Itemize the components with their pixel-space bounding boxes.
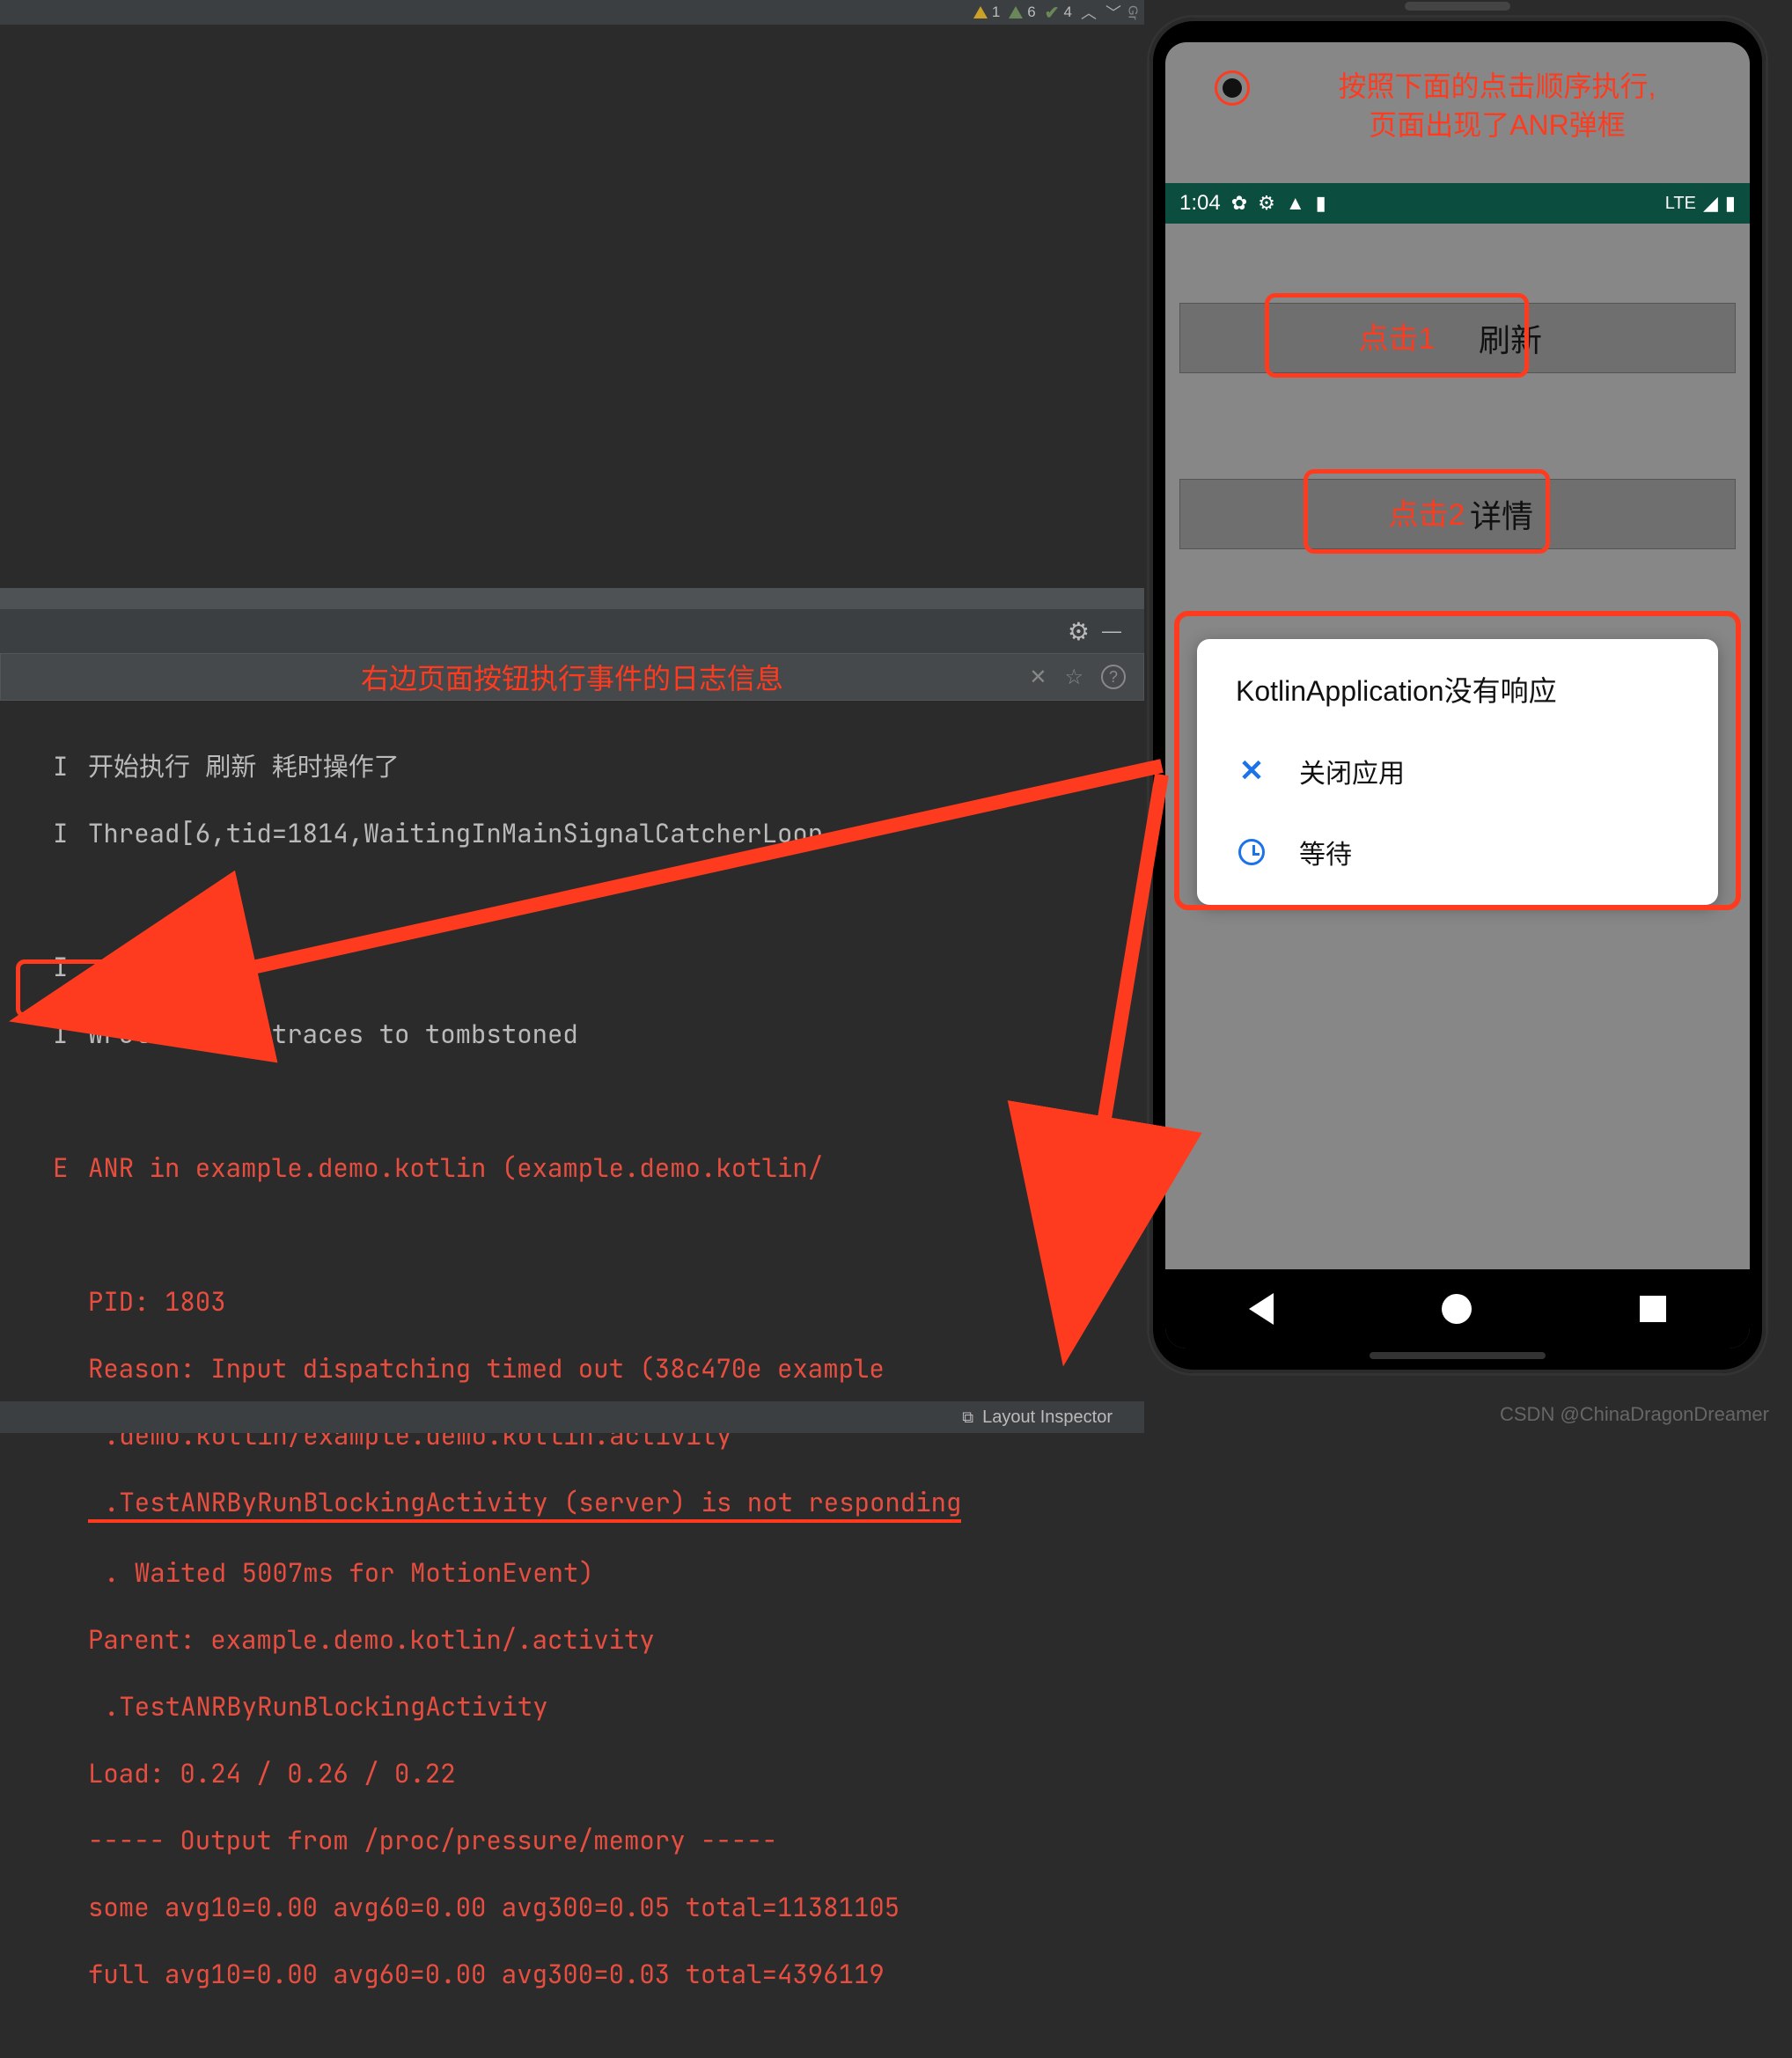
layout-inspector-label[interactable]: Layout Inspector bbox=[982, 1408, 1113, 1428]
close-icon: ✕ bbox=[1236, 755, 1267, 787]
click-tag-2-label: 点击2 bbox=[1389, 490, 1465, 533]
log-error-line: Parent: example.demo.kotlin/.activity bbox=[88, 1623, 655, 1657]
warning-icon: ▲ bbox=[1286, 192, 1305, 215]
clear-filter-icon[interactable]: ✕ bbox=[1029, 665, 1047, 690]
anr-dialog-title: KotlinApplication没有响应 bbox=[1197, 669, 1718, 731]
warning-check-count: 4 bbox=[1064, 4, 1072, 21]
console-filter-bar[interactable]: 右边页面按钮执行事件的日志信息 ✕ ☆ ? bbox=[0, 653, 1144, 701]
log-error-line: full avg10=0.00 avg60=0.00 avg300=0.03 t… bbox=[88, 1958, 885, 1991]
refresh-button[interactable]: 点击1 刷新 bbox=[1179, 303, 1736, 373]
log-level: I bbox=[53, 1018, 88, 1051]
anr-dialog-wait-label: 等待 bbox=[1299, 833, 1352, 871]
instruction-line2: 页面出现了ANR弹框 bbox=[1369, 109, 1626, 141]
nav-recent-button[interactable] bbox=[1640, 1296, 1666, 1322]
warning-triangle-green-icon bbox=[1009, 6, 1023, 18]
log-error-line: Load: 0.24 / 0.26 / 0.22 bbox=[88, 1757, 456, 1790]
log-error-line: . Waited 5007ms for MotionEvent) bbox=[88, 1556, 594, 1590]
anr-dialog-close-option[interactable]: ✕ 关闭应用 bbox=[1197, 731, 1718, 812]
log-error-line: ----- Output from /proc/pressure/memory … bbox=[88, 1824, 777, 1857]
phone-camera-annotation bbox=[1215, 70, 1250, 106]
phone-homebar bbox=[1370, 1352, 1546, 1359]
settings-icon: ✿ bbox=[1231, 192, 1247, 215]
sdcard-icon: ▮ bbox=[1316, 192, 1326, 215]
warning-yellow-count: 1 bbox=[992, 4, 1000, 21]
nav-back-button[interactable] bbox=[1249, 1293, 1274, 1325]
battery-icon: ▮ bbox=[1725, 192, 1736, 215]
gear-icon[interactable]: ⚙ bbox=[1068, 617, 1090, 646]
check-icon: ✔ bbox=[1045, 2, 1060, 24]
instruction-text: 按照下面的点击顺序执行, 页面出现了ANR弹框 bbox=[1271, 67, 1723, 144]
phone-frame: 按照下面的点击顺序执行, 页面出现了ANR弹框 1:04 ✿ ⚙ ▲ ▮ LTE… bbox=[1149, 18, 1766, 1373]
log-error-line: some avg10=0.00 avg60=0.00 avg300=0.05 t… bbox=[88, 1891, 900, 1924]
warning-triangle-icon bbox=[973, 6, 988, 18]
android-statusbar: 1:04 ✿ ⚙ ▲ ▮ LTE ◢ ▮ bbox=[1165, 183, 1750, 224]
help-icon[interactable]: ? bbox=[1101, 665, 1126, 689]
gradle-sidetab[interactable]: Gr bbox=[1121, 0, 1144, 25]
console-toolbar: ⚙ — bbox=[0, 609, 1144, 653]
click-tag-1-label: 点击1 bbox=[1359, 314, 1436, 357]
statusbar-time: 1:04 bbox=[1179, 191, 1221, 216]
log-level-error: E bbox=[53, 1151, 88, 1185]
ide-panel: 1 6 ✔ 4 ︿ ﹀ Gr ⚙ — 右边页面按钮执行事件的日志信息 ✕ ☆ ?… bbox=[0, 0, 1144, 1433]
warning-green[interactable]: 6 bbox=[1009, 4, 1035, 21]
warning-yellow[interactable]: 1 bbox=[973, 4, 1000, 21]
signal-icon: ◢ bbox=[1703, 192, 1718, 215]
warning-check[interactable]: ✔ 4 bbox=[1045, 2, 1072, 24]
anr-dialog: KotlinApplication没有响应 ✕ 关闭应用 等待 bbox=[1197, 639, 1718, 905]
network-label: LTE bbox=[1665, 194, 1696, 214]
click-tag-2: 点击2 bbox=[1304, 469, 1550, 554]
clock-icon bbox=[1236, 836, 1267, 868]
anr-dialog-wait-option[interactable]: 等待 bbox=[1197, 812, 1718, 893]
log-level: I bbox=[53, 951, 88, 984]
log-error-line: PID: 1803 bbox=[88, 1285, 226, 1319]
gear-icon: ⚙ bbox=[1258, 192, 1275, 215]
nav-home-button[interactable] bbox=[1442, 1294, 1472, 1324]
layout-inspector-icon[interactable]: ⧉ bbox=[962, 1408, 973, 1427]
app-body: 点击1 刷新 点击2 详情 KotlinApplication没有响应 ✕ 关闭… bbox=[1165, 224, 1750, 1269]
phone-screen: 按照下面的点击顺序执行, 页面出现了ANR弹框 1:04 ✿ ⚙ ▲ ▮ LTE… bbox=[1165, 42, 1750, 1349]
phone-speaker bbox=[1405, 2, 1510, 11]
log-error-line: Reason: Input dispatching timed out (38c… bbox=[88, 1352, 885, 1385]
panel-divider[interactable] bbox=[0, 588, 1144, 609]
chevron-down-icon[interactable]: ﹀ bbox=[1105, 1, 1121, 24]
favorite-icon[interactable]: ☆ bbox=[1064, 665, 1083, 690]
log-line: 开始执行 刷新 耗时操作了 bbox=[88, 750, 400, 783]
anr-dialog-close-label: 关闭应用 bbox=[1299, 752, 1405, 790]
logcat-output[interactable]: I 开始执行 刷新 耗时操作了 I Thread[6,tid=1814,Wait… bbox=[0, 701, 1144, 1370]
editor-empty-area bbox=[0, 25, 1144, 588]
minimize-icon[interactable]: — bbox=[1102, 620, 1121, 643]
log-error-line-highlight: .TestANRByRunBlockingActivity (server) i… bbox=[88, 1486, 961, 1523]
ide-footer: ⧉ Layout Inspector bbox=[0, 1401, 1144, 1433]
log-error-line: .TestANRByRunBlockingActivity bbox=[88, 1690, 548, 1724]
instruction-line1: 按照下面的点击顺序执行, bbox=[1339, 70, 1656, 102]
log-level: I bbox=[53, 817, 88, 850]
log-line: Thread[6,tid=1814,WaitingInMainSignalCat… bbox=[88, 817, 839, 850]
android-navbar bbox=[1165, 1269, 1750, 1349]
log-error-line: ANR in example.demo.kotlin (example.demo… bbox=[88, 1151, 823, 1185]
log-level: I bbox=[53, 750, 88, 783]
detail-button[interactable]: 点击2 详情 bbox=[1179, 479, 1736, 549]
click-tag-1: 点击1 bbox=[1265, 293, 1529, 378]
ide-inspections-bar: 1 6 ✔ 4 ︿ ﹀ bbox=[0, 0, 1144, 25]
log-line: Wrote stack traces to tombstoned bbox=[88, 1018, 578, 1051]
warning-green-count: 6 bbox=[1027, 4, 1035, 21]
filter-annotation-label: 右边页面按钮执行事件的日志信息 bbox=[361, 657, 783, 697]
chevron-up-icon[interactable]: ︿ bbox=[1081, 1, 1097, 24]
watermark: CSDN @ChinaDragonDreamer bbox=[1500, 1403, 1769, 1426]
